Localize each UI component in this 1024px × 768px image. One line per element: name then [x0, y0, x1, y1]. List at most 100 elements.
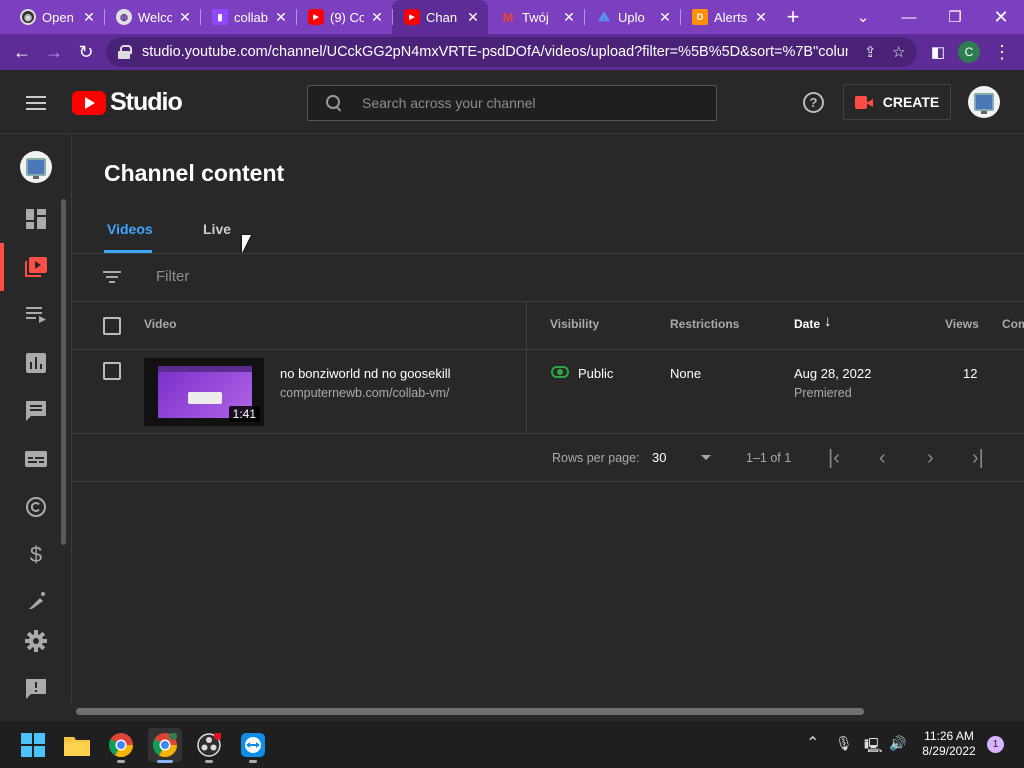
visibility-value[interactable]: Public [578, 366, 613, 381]
close-tab-icon[interactable]: ✕ [178, 9, 192, 26]
browser-tab-strip: ◉ Open ✕ ◍ Welco ✕ ▮ collab ✕ ▶ (9) Co ✕… [0, 0, 1024, 34]
menu-icon[interactable] [26, 96, 46, 110]
subtitles-icon [25, 451, 47, 467]
close-window-button[interactable]: ✕ [978, 0, 1024, 34]
close-tab-icon[interactable]: ✕ [658, 9, 672, 26]
sidebar-item-feedback[interactable] [0, 665, 72, 713]
previous-page-icon[interactable]: ‹ [879, 447, 886, 470]
channel-avatar[interactable] [0, 143, 72, 191]
sidebar-scrollbar[interactable] [61, 199, 66, 545]
sidebar-item-settings[interactable] [0, 617, 72, 665]
browser-tab[interactable]: ◍ Welco ✕ [104, 0, 200, 34]
row-checkbox[interactable] [103, 362, 121, 380]
chrome-icon [153, 733, 177, 757]
close-tab-icon[interactable]: ✕ [274, 9, 288, 26]
minimize-button[interactable]: — [886, 0, 932, 34]
volume-icon[interactable]: 🔊 [889, 735, 906, 752]
chrome-app[interactable] [104, 728, 138, 763]
column-divider [526, 302, 527, 433]
first-page-icon[interactable]: |‹ [828, 447, 840, 470]
tab-search-icon[interactable]: ⌄ [840, 0, 886, 34]
horizontal-scrollbar[interactable] [76, 708, 864, 715]
close-tab-icon[interactable]: ✕ [562, 9, 576, 26]
column-header-date[interactable]: Date [794, 317, 820, 331]
close-tab-icon[interactable]: ✕ [754, 9, 768, 26]
url-field[interactable]: studio.youtube.com/channel/UCckGG2pN4mxV… [106, 37, 917, 67]
divider [72, 433, 1024, 434]
account-avatar[interactable] [968, 86, 1000, 118]
profile-avatar[interactable]: C [958, 41, 980, 63]
restore-button[interactable]: ❐ [932, 0, 978, 34]
show-hidden-icons[interactable]: ⌃ [806, 733, 819, 753]
forward-button[interactable]: → [40, 38, 68, 66]
search-input[interactable] [362, 95, 682, 111]
browser-tab[interactable]: ⟁ Uplo ✕ [584, 0, 680, 34]
browser-tab[interactable]: ◉ Open ✕ [8, 0, 104, 34]
customization-icon [29, 592, 45, 609]
video-thumbnail[interactable]: 1:41 [144, 358, 264, 426]
upload-icon: ⟁ [598, 9, 610, 24]
bookmark-star-icon[interactable]: ☆ [892, 43, 905, 61]
globe-icon: ◍ [116, 9, 132, 25]
obs-app[interactable] [192, 728, 226, 763]
search-icon [326, 95, 342, 111]
filter-input[interactable] [156, 268, 456, 285]
video-description: computernewb.com/collab-vm/ [280, 386, 450, 400]
back-button[interactable]: ← [8, 38, 36, 66]
youtube-studio-logo[interactable]: Studio [72, 88, 183, 117]
help-icon[interactable]: ? [803, 92, 824, 113]
restrictions-value: None [670, 366, 702, 381]
channel-search[interactable] [307, 85, 717, 121]
next-page-icon[interactable]: › [927, 447, 934, 470]
youtube-icon: ▶ [404, 9, 420, 25]
share-icon[interactable]: ⇪ [864, 43, 877, 61]
page-title: Channel content [104, 160, 285, 186]
browser-tab[interactable]: D Alerts ✕ [680, 0, 776, 34]
microphone-icon[interactable]: 🎙 [835, 735, 853, 752]
rows-per-page-value: 30 [652, 450, 667, 465]
url-text: studio.youtube.com/channel/UCckGG2pN4mxV… [142, 44, 848, 60]
date-value: Aug 28, 2022 [794, 366, 872, 381]
column-header-views: Views [945, 317, 979, 331]
browser-menu-icon[interactable]: ⋮ [988, 38, 1016, 66]
create-label: CREATE [882, 94, 940, 110]
last-page-icon[interactable]: ›| [972, 447, 984, 470]
settings-icon [25, 630, 47, 652]
chrome-profile-app[interactable] [148, 728, 182, 763]
tab-title: Chan [426, 9, 458, 25]
clock-time: 11:26 AM [924, 729, 974, 743]
studio-header: Studio ? CREATE [0, 70, 1024, 134]
sidebar-item-customization[interactable] [0, 579, 72, 609]
create-button[interactable]: CREATE [843, 84, 951, 120]
select-all-checkbox[interactable] [103, 317, 121, 335]
logo-text: Studio [110, 88, 183, 116]
file-explorer-app[interactable] [60, 728, 94, 762]
github-icon: ◉ [20, 9, 36, 25]
reload-button[interactable]: ↻ [72, 38, 100, 66]
video-camera-icon [854, 95, 873, 109]
sidepanel-icon[interactable]: ◧ [924, 38, 952, 66]
close-tab-icon[interactable]: ✕ [82, 9, 96, 26]
start-button[interactable] [16, 728, 50, 762]
browser-tab[interactable]: M Twój ✕ [488, 0, 584, 34]
tab-videos[interactable]: Videos [107, 221, 153, 237]
windows-taskbar: ⌃ 🎙 🖳 🔊 11:26 AM 8/29/2022 [0, 720, 1024, 768]
browser-tab[interactable]: ▮ collab ✕ [200, 0, 296, 34]
youtube-icon: ▶ [308, 9, 324, 25]
new-tab-button[interactable]: + [776, 0, 810, 34]
system-clock[interactable]: 11:26 AM 8/29/2022 [915, 729, 983, 759]
column-header-comments: Com [1002, 317, 1024, 331]
network-icon[interactable]: 🖳 [864, 735, 883, 759]
close-tab-icon[interactable]: ✕ [370, 9, 384, 26]
notification-badge[interactable]: 1 [987, 736, 1004, 753]
teamviewer-app[interactable] [236, 728, 270, 763]
clock-date: 8/29/2022 [922, 744, 976, 758]
browser-tab-active[interactable]: ▶ Chan ✕ [392, 0, 488, 34]
close-tab-icon[interactable]: ✕ [466, 9, 480, 26]
tab-title: (9) Co [330, 9, 364, 25]
video-title[interactable]: no bonziworld nd no goosekill [280, 366, 451, 381]
sort-arrow-down-icon[interactable]: ↓ [824, 313, 832, 330]
browser-tab[interactable]: ▶ (9) Co ✕ [296, 0, 392, 34]
tab-live[interactable]: Live [203, 221, 231, 237]
filter-icon[interactable] [103, 271, 121, 283]
